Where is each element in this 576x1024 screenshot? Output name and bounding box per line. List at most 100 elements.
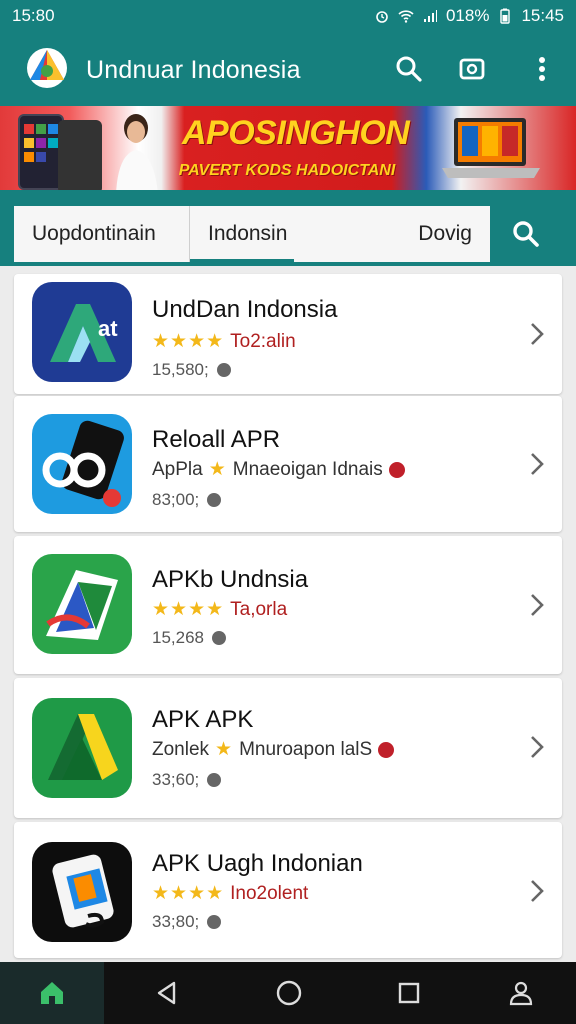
status-time: 15:80	[12, 6, 55, 25]
chevron-right-icon	[531, 323, 544, 345]
nav-profile-button[interactable]	[504, 976, 538, 1010]
signal-icon	[423, 10, 437, 22]
tab-label: Uopdontinain	[32, 222, 156, 245]
shield-icon	[216, 363, 231, 377]
tab-bar: Uopdontinain Indonsin Dovig	[0, 190, 576, 266]
home-icon	[41, 982, 63, 1004]
battery-icon	[500, 8, 511, 24]
app-rating: Zonlek ★ Mnuroapon lalS	[152, 738, 395, 761]
tab-search-button[interactable]	[498, 210, 554, 258]
rating-text: To2:alin	[230, 330, 296, 352]
tab-container: Uopdontinain Indonsin Dovig	[14, 206, 490, 262]
search-button[interactable]	[392, 52, 426, 86]
app-rating: ★★★★ Ta,orla	[152, 598, 287, 621]
search-icon	[396, 56, 422, 82]
tab-dovig[interactable]: Dovig	[418, 206, 490, 262]
wifi-icon	[398, 10, 414, 23]
shield-icon	[207, 493, 222, 507]
list-item[interactable]: at UndDan Indonsia ★★★★ To2:alin 15,580;	[14, 274, 562, 394]
rating-stars: ★	[215, 739, 234, 760]
heart-badge-icon	[388, 461, 405, 478]
list-item[interactable]: APKb Undnsia ★★★★ Ta,orla 15,268	[14, 536, 562, 674]
alarm-icon	[376, 11, 388, 23]
app-meta: 83;00;	[152, 490, 222, 510]
more-options-button[interactable]	[525, 52, 559, 86]
banner-subline: PAVERT KODS HADOICTANI	[178, 162, 396, 179]
nav-home-button[interactable]	[0, 962, 104, 1024]
rating-stars: ★★★★	[152, 883, 225, 904]
rating-stars: ★	[208, 459, 227, 480]
rating-text: Mnuroapon lalS	[239, 738, 373, 760]
nav-home-circle-button[interactable]	[272, 976, 306, 1010]
system-nav-bar	[0, 962, 576, 1024]
app-name: APKb Undnsia	[152, 566, 309, 593]
promo-banner[interactable]: APOSINGHON PAVERT KODS HADOICTANI	[0, 106, 576, 190]
app-rating: ApPla ★ Mnaeoigan Idnais	[152, 458, 405, 481]
chevron-right-icon	[531, 594, 544, 616]
app-title: Undnuar Indonesia	[86, 56, 301, 84]
more-vert-icon	[539, 57, 545, 81]
app-meta: 33;80;	[152, 912, 222, 932]
rating-prefix: Zonlek	[152, 738, 210, 760]
svg-text:at: at	[98, 316, 118, 341]
cast-icon	[459, 58, 485, 80]
list-item[interactable]: APK APK Zonlek ★ Mnuroapon lalS 33;60;	[14, 678, 562, 818]
rating-text: Mnaeoigan Idnais	[232, 458, 383, 480]
shield-icon	[207, 915, 222, 929]
app-bar: Undnuar Indonesia	[0, 32, 576, 106]
heart-badge-icon	[378, 741, 395, 758]
person-image	[116, 114, 158, 190]
banner-headline: APOSINGHON	[182, 114, 410, 152]
app-icon	[32, 698, 132, 798]
battery-text: 018%	[445, 6, 490, 25]
app-name: APK APK	[152, 706, 254, 733]
download-count: 83;00;	[152, 490, 200, 509]
shield-icon	[212, 631, 226, 645]
rating-stars: ★★★★	[152, 331, 225, 352]
profile-icon	[509, 981, 533, 1006]
back-icon	[157, 981, 176, 1005]
shield-icon	[207, 773, 222, 787]
chevron-right-icon	[531, 453, 544, 475]
chevron-right-icon	[531, 880, 544, 902]
tab-indicator	[190, 259, 294, 262]
nav-recents-button[interactable]	[392, 976, 426, 1010]
download-count: 33;60;	[152, 770, 200, 789]
home-circle-icon	[276, 980, 302, 1006]
tab-uopdontinain[interactable]: Uopdontinain	[14, 206, 190, 262]
download-count: 15,268	[152, 628, 204, 647]
app-icon	[32, 414, 132, 514]
tab-indonsin[interactable]: Indonsin	[190, 206, 430, 262]
app-meta: 15,268	[152, 628, 226, 648]
list-item[interactable]: APK Uagh Indonian ★★★★ Ino2olent 33;80;	[14, 822, 562, 958]
chevron-right-icon	[531, 736, 544, 758]
app-icon	[32, 554, 132, 654]
phone-back-image	[58, 120, 102, 190]
download-count: 15,580;	[152, 360, 209, 379]
download-count: 33;80;	[152, 912, 200, 931]
laptop-image	[442, 118, 540, 178]
app-name: UndDan Indonsia	[152, 296, 338, 323]
recents-icon	[398, 982, 420, 1004]
app-rating: ★★★★ Ino2olent	[152, 882, 308, 905]
app-icon: at	[32, 282, 132, 382]
status-time-right: 15:45	[521, 6, 564, 25]
status-bar: 15:80 018% 15:45	[0, 0, 576, 32]
list-item[interactable]: Reloall APR ApPla ★ Mnaeoigan Idnais 83;…	[14, 396, 562, 532]
nav-back-button[interactable]	[150, 976, 184, 1010]
app-name: Reloall APR	[152, 426, 281, 453]
rating-stars: ★★★★	[152, 599, 225, 620]
tab-label: Indonsin	[208, 222, 288, 245]
rating-text: Ino2olent	[230, 882, 309, 904]
rating-prefix: ApPla	[152, 458, 203, 480]
status-icons: 018% 15:45	[374, 6, 564, 26]
cast-button[interactable]	[455, 52, 489, 86]
app-rating: ★★★★ To2:alin	[152, 330, 296, 353]
app-name: APK Uagh Indonian	[152, 850, 363, 877]
app-meta: 15,580;	[152, 360, 231, 380]
search-icon	[513, 221, 539, 247]
app-meta: 33;60;	[152, 770, 222, 790]
rating-text: Ta,orla	[230, 598, 288, 620]
app-logo-icon	[27, 48, 67, 88]
app-icon	[32, 842, 132, 942]
